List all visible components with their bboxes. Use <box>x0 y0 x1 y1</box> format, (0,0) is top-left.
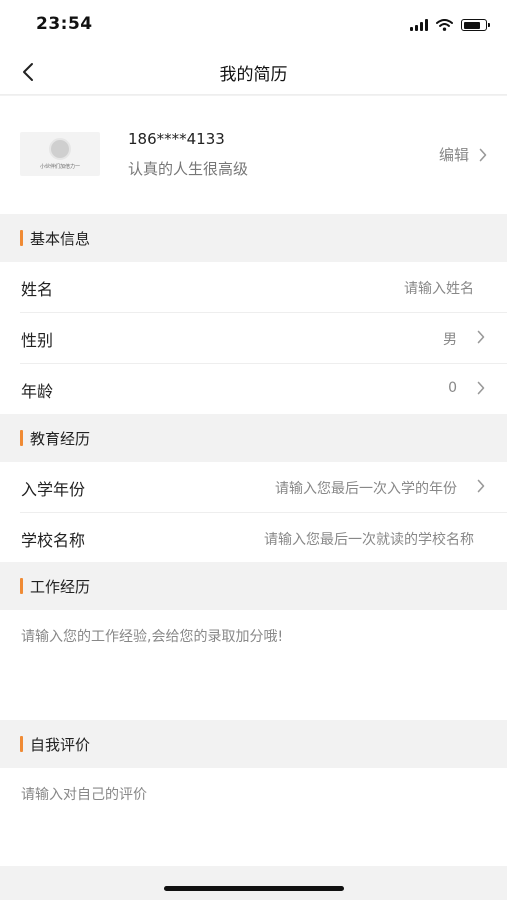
avatar[interactable]: 小伙伴们加倍力一 <box>20 132 100 176</box>
row-name[interactable]: 姓名 请输入姓名 <box>0 262 507 313</box>
chevron-right-icon <box>477 479 485 493</box>
status-bar: 23:54 <box>0 0 507 50</box>
section-self-evaluation: 自我评价 <box>0 720 507 768</box>
chevron-right-icon <box>477 381 485 395</box>
section-accent-bar <box>20 578 23 594</box>
status-time: 23:54 <box>36 14 93 34</box>
section-title: 基本信息 <box>30 230 91 248</box>
section-education: 教育经历 <box>0 414 507 462</box>
work-experience-placeholder: 请输入您的工作经验,会给您的录取加分哦! <box>21 629 284 645</box>
chevron-right-icon <box>477 330 485 344</box>
avatar-caption: 小伙伴们加倍力一 <box>39 164 80 170</box>
edit-label: 编辑 <box>438 146 469 164</box>
profile-card: 小伙伴们加倍力一 186****4133 认真的人生很高级 编辑 <box>0 96 507 214</box>
section-accent-bar <box>20 736 23 752</box>
name-input[interactable]: 请输入姓名 <box>404 278 474 298</box>
page-title: 我的简历 <box>219 65 288 85</box>
wifi-icon <box>436 19 453 31</box>
section-title: 工作经历 <box>30 578 91 596</box>
row-label: 年龄 <box>21 382 54 401</box>
school-name-input[interactable]: 请输入您最后一次就读的学校名称 <box>264 529 474 549</box>
section-accent-bar <box>20 430 23 446</box>
home-indicator[interactable] <box>164 886 344 891</box>
row-label: 性别 <box>21 331 54 350</box>
age-value: 0 <box>448 380 457 396</box>
row-gender[interactable]: 性别 男 <box>0 313 507 364</box>
signal-icon <box>410 19 428 31</box>
nav-bar: 我的简历 <box>0 50 507 95</box>
edit-profile-button[interactable]: 编辑 <box>439 144 487 165</box>
row-age[interactable]: 年龄 0 <box>0 364 507 415</box>
section-accent-bar <box>20 230 23 246</box>
self-evaluation-textarea[interactable]: 请输入对自己的评价 <box>0 768 507 866</box>
gender-value: 男 <box>443 332 457 348</box>
avatar-image <box>49 138 71 160</box>
row-label: 入学年份 <box>21 480 86 499</box>
profile-motto: 认真的人生很高级 <box>128 160 249 178</box>
status-icons <box>410 16 490 34</box>
profile-phone: 186****4133 <box>128 130 225 148</box>
section-title: 自我评价 <box>30 736 91 754</box>
row-school-name[interactable]: 学校名称 请输入您最后一次就读的学校名称 <box>0 513 507 564</box>
section-basic-info: 基本信息 <box>0 214 507 262</box>
battery-icon <box>461 19 490 31</box>
section-work-experience: 工作经历 <box>0 562 507 610</box>
enrollment-year-input[interactable]: 请输入您最后一次入学的年份 <box>275 478 457 498</box>
work-experience-textarea[interactable]: 请输入您的工作经验,会给您的录取加分哦! <box>0 610 507 720</box>
section-title: 教育经历 <box>30 430 91 448</box>
row-label: 学校名称 <box>21 531 86 550</box>
chevron-right-icon <box>479 148 487 161</box>
self-evaluation-placeholder: 请输入对自己的评价 <box>21 787 147 803</box>
row-label: 姓名 <box>21 280 54 299</box>
row-enrollment-year[interactable]: 入学年份 请输入您最后一次入学的年份 <box>0 462 507 513</box>
